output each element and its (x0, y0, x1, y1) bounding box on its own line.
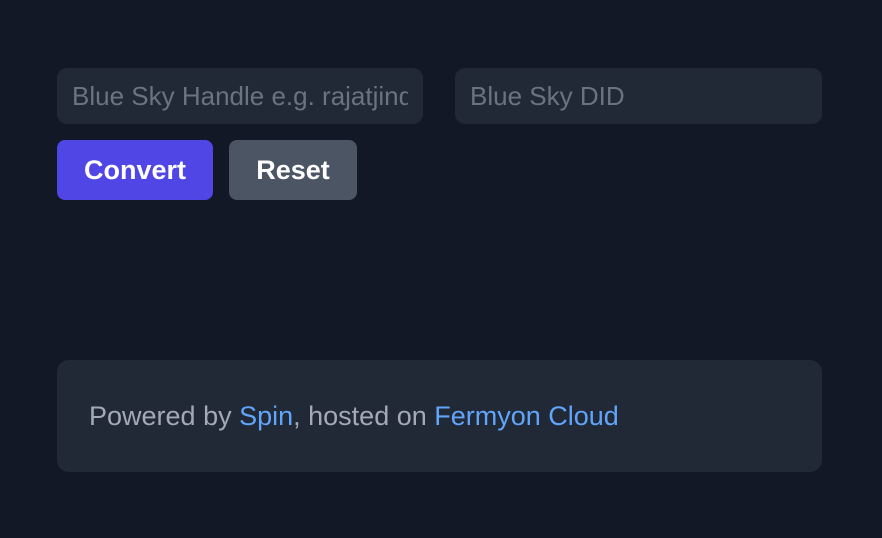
spin-link[interactable]: Spin (239, 401, 293, 432)
bluesky-handle-input[interactable] (57, 68, 423, 124)
fermyon-cloud-link[interactable]: Fermyon Cloud (434, 401, 619, 432)
footer-middle-text: , hosted on (293, 400, 435, 431)
convert-button[interactable]: Convert (57, 140, 213, 200)
reset-button[interactable]: Reset (229, 140, 357, 200)
footer: Powered by Spin , hosted on Fermyon Clou… (57, 360, 822, 472)
footer-prefix-text: Powered by (89, 400, 240, 431)
bluesky-did-input[interactable] (455, 68, 822, 124)
page: Convert Reset Powered by Spin , hosted o… (0, 0, 882, 538)
